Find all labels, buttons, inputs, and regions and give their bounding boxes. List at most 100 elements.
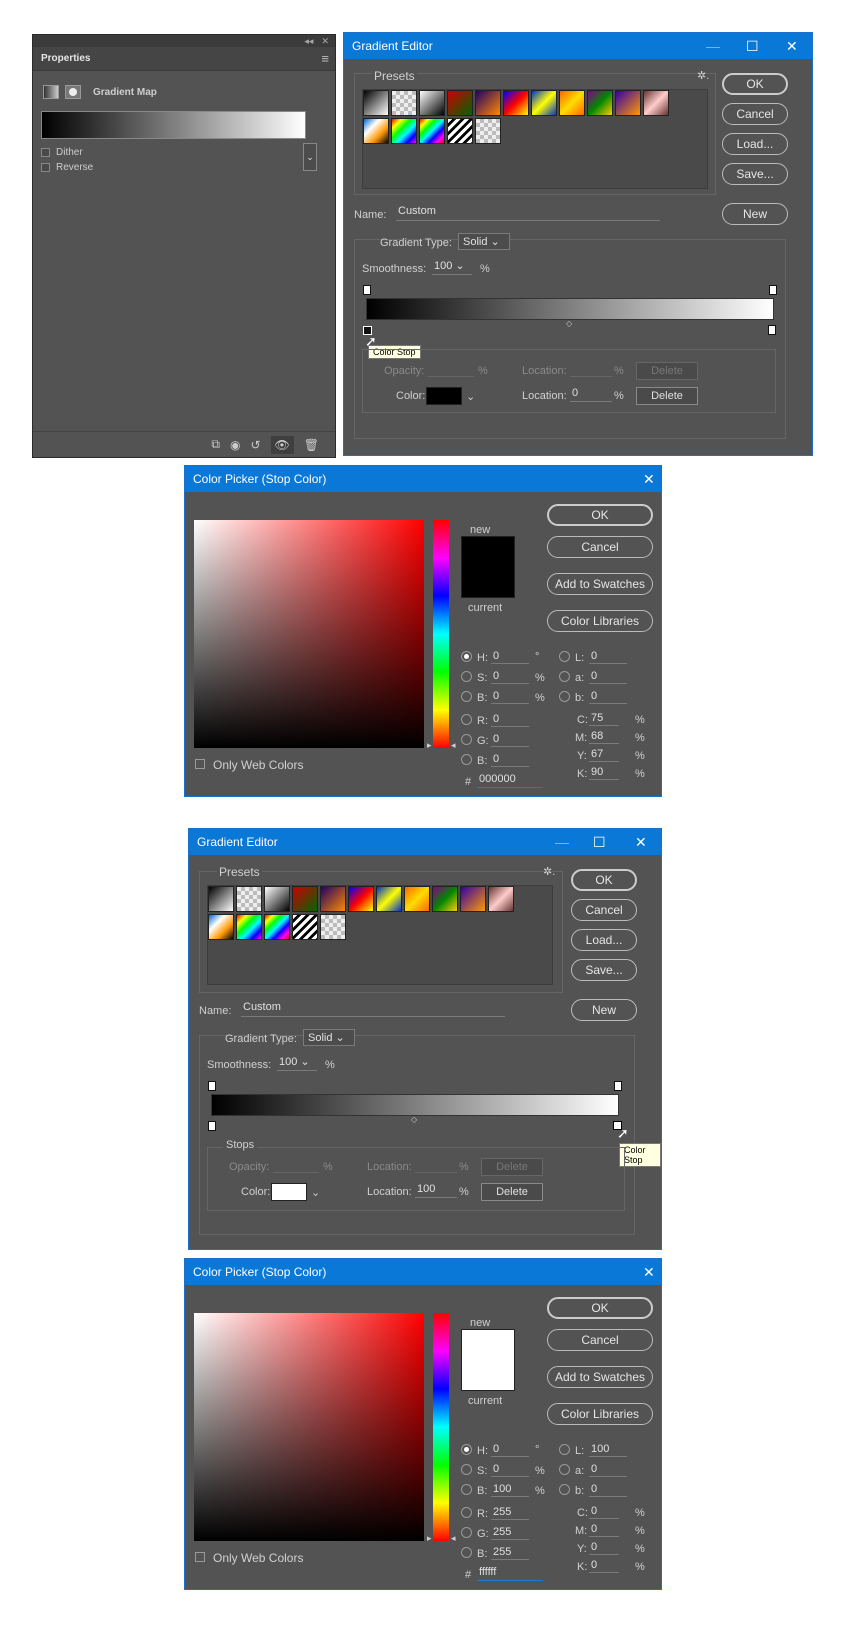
preset-swatch[interactable] <box>208 914 234 940</box>
color-libraries-button[interactable]: Color Libraries <box>547 1403 653 1425</box>
gradient-type-select[interactable]: Solid ⌄ <box>303 1029 355 1046</box>
preset-swatch[interactable] <box>587 90 613 116</box>
gradient-bar[interactable] <box>366 298 774 320</box>
hue-slider[interactable] <box>433 1313 449 1541</box>
h-field[interactable]: 0 <box>491 1443 529 1457</box>
g-field[interactable]: 0 <box>491 733 529 747</box>
l-field[interactable]: 0 <box>589 650 627 664</box>
hue-slider-left-arrow[interactable]: ▸ <box>427 740 432 751</box>
l-radio[interactable] <box>559 651 570 662</box>
h-field[interactable]: 0 <box>491 650 529 664</box>
name-field[interactable]: Custom <box>396 205 660 221</box>
r-field[interactable]: 255 <box>491 1506 529 1520</box>
gradient-type-select[interactable]: Solid ⌄ <box>458 233 510 250</box>
dither-checkbox[interactable]: Dither <box>41 147 335 158</box>
reverse-box[interactable] <box>41 163 50 172</box>
preset-swatch[interactable] <box>363 90 389 116</box>
preset-swatch[interactable] <box>320 914 346 940</box>
r-field[interactable]: 0 <box>491 713 529 727</box>
lab-b-radio[interactable] <box>559 1484 570 1495</box>
blue-field[interactable]: 0 <box>491 753 529 767</box>
add-to-swatches-button[interactable]: Add to Swatches <box>547 1366 653 1388</box>
save-button[interactable]: Save... <box>722 163 788 185</box>
g-radio[interactable] <box>461 734 472 745</box>
color-field[interactable] <box>194 520 424 748</box>
smoothness-field[interactable]: 100 ⌄ <box>277 1055 317 1071</box>
close-icon[interactable]: ✕ <box>321 36 329 47</box>
color-stop-left[interactable] <box>208 1121 216 1131</box>
preset-swatch[interactable] <box>559 90 585 116</box>
minimize-icon[interactable]: — <box>555 829 569 855</box>
preset-swatch[interactable] <box>208 886 234 912</box>
preset-swatch[interactable] <box>264 886 290 912</box>
g-field[interactable]: 255 <box>491 1526 529 1540</box>
preset-swatch[interactable] <box>391 118 417 144</box>
l-field[interactable]: 100 <box>589 1443 627 1457</box>
s-field[interactable]: 0 <box>491 1463 529 1477</box>
only-web-colors-checkbox[interactable] <box>195 759 205 769</box>
hue-slider[interactable] <box>433 520 449 748</box>
a-field[interactable]: 0 <box>589 1463 627 1477</box>
lab-b-field[interactable]: 0 <box>589 690 627 704</box>
ok-button[interactable]: OK <box>722 73 788 95</box>
b-radio[interactable] <box>461 1484 472 1495</box>
dither-box[interactable] <box>41 148 50 157</box>
ok-button[interactable]: OK <box>547 1297 653 1319</box>
preset-swatch[interactable] <box>264 914 290 940</box>
save-button[interactable]: Save... <box>571 959 637 981</box>
panel-menu-icon[interactable]: ≡ <box>321 51 329 66</box>
preset-swatch[interactable] <box>475 118 501 144</box>
r-radio[interactable] <box>461 1507 472 1518</box>
gradient-dropdown-icon[interactable]: ⌄ <box>303 143 317 171</box>
preset-swatch[interactable] <box>292 886 318 912</box>
preset-swatch[interactable] <box>419 118 445 144</box>
add-to-swatches-button[interactable]: Add to Swatches <box>547 573 653 595</box>
color-libraries-button[interactable]: Color Libraries <box>547 610 653 632</box>
gear-icon[interactable]: ✲. <box>697 69 709 82</box>
l-radio[interactable] <box>559 1444 570 1455</box>
preset-swatch[interactable] <box>236 914 262 940</box>
tab-properties[interactable]: Properties <box>41 53 90 64</box>
location-field[interactable]: 100 <box>415 1183 457 1198</box>
hex-field[interactable]: 000000 <box>477 773 543 788</box>
hue-slider-right-arrow[interactable]: ◂ <box>451 1533 456 1544</box>
gear-icon[interactable]: ✲. <box>543 865 555 878</box>
preset-swatch[interactable] <box>503 90 529 116</box>
cancel-button[interactable]: Cancel <box>722 103 788 125</box>
color-swatch[interactable] <box>271 1183 307 1201</box>
blue-radio[interactable] <box>461 1547 472 1558</box>
new-button[interactable]: New <box>722 203 788 225</box>
close-icon[interactable]: ✕ <box>643 466 655 492</box>
b-radio[interactable] <box>461 691 472 702</box>
y-field[interactable]: 67 <box>589 748 619 762</box>
minimize-icon[interactable]: — <box>706 33 720 59</box>
blue-field[interactable]: 255 <box>491 1546 529 1560</box>
preset-swatch[interactable] <box>460 886 486 912</box>
preset-swatch[interactable] <box>615 90 641 116</box>
preset-swatch[interactable] <box>531 90 557 116</box>
lab-b-field[interactable]: 0 <box>589 1483 627 1497</box>
c-field[interactable]: 0 <box>589 1505 619 1519</box>
close-icon[interactable]: ✕ <box>786 33 798 59</box>
new-button[interactable]: New <box>571 999 637 1021</box>
a-radio[interactable] <box>559 1464 570 1475</box>
opacity-stop-right[interactable] <box>614 1081 622 1091</box>
delete-button[interactable]: Delete <box>636 387 698 405</box>
view-previous-icon[interactable]: ◉ <box>230 438 240 452</box>
lab-b-radio[interactable] <box>559 691 570 702</box>
hue-slider-right-arrow[interactable]: ◂ <box>451 740 456 751</box>
preset-swatch[interactable] <box>432 886 458 912</box>
delete-icon[interactable]: 🗑 <box>304 438 319 452</box>
collapse-icon[interactable]: ◂◂ <box>304 36 313 47</box>
h-radio[interactable] <box>461 1444 472 1455</box>
preset-swatch[interactable] <box>376 886 402 912</box>
location-field[interactable]: 0 <box>570 387 612 402</box>
color-dropdown-icon[interactable]: ⌄ <box>466 390 475 403</box>
opacity-stop-left[interactable] <box>208 1081 216 1091</box>
hex-field[interactable]: ffffff <box>477 1566 543 1581</box>
s-radio[interactable] <box>461 671 472 682</box>
delete-button[interactable]: Delete <box>481 1183 543 1201</box>
m-field[interactable]: 0 <box>589 1523 619 1537</box>
close-icon[interactable]: ✕ <box>643 1259 655 1285</box>
k-field[interactable]: 0 <box>589 1559 619 1573</box>
